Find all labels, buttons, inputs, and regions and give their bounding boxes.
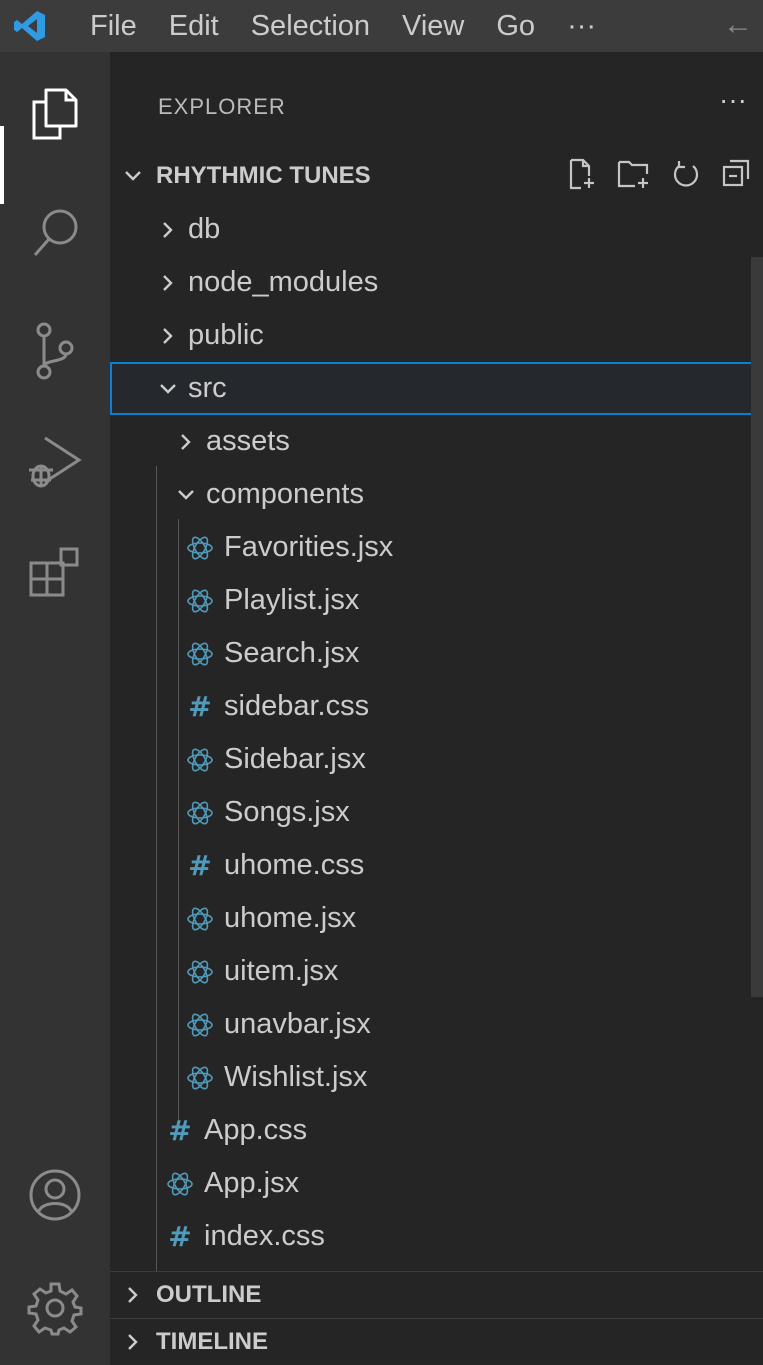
tree-item-label: unavbar.jsx [224,1008,371,1040]
explorer-more-button[interactable]: ··· [719,84,747,116]
tree-item-src[interactable]: src [110,362,763,415]
chevron-down-icon [172,488,200,502]
file-tree: db node_modules public src assets compon… [110,203,763,1263]
tree-item-label: App.jsx [204,1167,300,1199]
tree-item-sidebar-css[interactable]: # sidebar.css [110,680,763,733]
explorer-scrollbar[interactable] [751,257,763,997]
new-file-icon[interactable] [567,158,597,190]
tree-item-uhome-css[interactable]: # uhome.css [110,839,763,892]
tree-item-label: App.css [204,1114,308,1146]
css-file-icon: # [168,1114,192,1147]
tree-item-label: Songs.jsx [224,796,350,828]
settings-gear-icon[interactable] [0,1280,110,1336]
css-file-icon: # [188,690,212,723]
tree-item-wishlist-jsx[interactable]: Wishlist.jsx [110,1051,763,1104]
tree-item-search-jsx[interactable]: Search.jsx [110,627,763,680]
tree-item-favorities-jsx[interactable]: Favorities.jsx [110,521,763,574]
project-name: RHYTHMIC TUNES [156,162,371,189]
section-actions [567,158,751,190]
activity-bar [0,52,110,1365]
explorer-icon[interactable] [0,86,110,142]
tree-item-label: sidebar.css [224,690,370,722]
menu-more[interactable]: ··· [551,0,612,52]
react-file-icon [184,746,216,774]
menu-go[interactable]: Go [480,0,551,52]
chevron-right-icon [154,273,182,293]
chevron-right-icon [110,1285,156,1305]
tree-item-unavbar-jsx[interactable]: unavbar.jsx [110,998,763,1051]
react-file-icon [184,640,216,668]
tree-item-label: Search.jsx [224,637,360,669]
timeline-label: TIMELINE [156,1328,268,1355]
tree-item-app-jsx[interactable]: App.jsx [110,1157,763,1210]
tree-item-uhome-jsx[interactable]: uhome.jsx [110,892,763,945]
explorer-sidebar: EXPLORER ··· RHYTHMIC TUNES db node_modu… [110,52,763,1365]
menu-bar: File Edit Selection View Go ··· [60,0,612,52]
tree-item-db[interactable]: db [110,203,763,256]
title-bar: File Edit Selection View Go ··· ← [0,0,763,52]
tree-item-label: assets [206,425,290,457]
tree-item-label: src [188,372,227,404]
tree-item-public[interactable]: public [110,309,763,362]
css-file-icon: # [188,849,212,882]
account-icon[interactable] [0,1167,110,1223]
source-control-icon[interactable] [0,322,110,382]
menu-file[interactable]: File [60,0,153,52]
collapse-all-icon[interactable] [721,158,751,190]
refresh-icon[interactable] [671,158,701,190]
tree-item-label: Wishlist.jsx [224,1061,368,1093]
tree-item-label: Sidebar.jsx [224,743,366,775]
tree-item-label: uitem.jsx [224,955,339,987]
tree-item-components[interactable]: components [110,468,763,521]
extensions-icon[interactable] [0,545,110,601]
react-file-icon [184,587,216,615]
tree-item-label: node_modules [188,266,379,298]
tree-item-label: Favorities.jsx [224,531,394,563]
tree-item-label: db [188,213,221,245]
tree-item-label: uhome.css [224,849,365,881]
react-file-icon [184,1064,216,1092]
tree-item-playlist-jsx[interactable]: Playlist.jsx [110,574,763,627]
tree-item-label: Playlist.jsx [224,584,360,616]
tree-item-uitem-jsx[interactable]: uitem.jsx [110,945,763,998]
react-file-icon [184,905,216,933]
tree-item-label: public [188,319,264,351]
vscode-logo-icon [0,0,60,52]
react-file-icon [164,1170,196,1198]
tree-item-label: index.css [204,1220,325,1252]
explorer-title: EXPLORER [158,94,286,119]
chevron-right-icon [154,220,182,240]
timeline-section-header[interactable]: TIMELINE [110,1318,763,1365]
tree-item-assets[interactable]: assets [110,415,763,468]
chevron-right-icon [172,432,200,452]
menu-selection[interactable]: Selection [235,0,386,52]
tree-item-label: uhome.jsx [224,902,357,934]
react-file-icon [184,1011,216,1039]
outline-section-header[interactable]: OUTLINE [110,1271,763,1318]
react-file-icon [184,799,216,827]
chevron-right-icon [154,326,182,346]
outline-label: OUTLINE [156,1281,262,1308]
tree-item-label: components [206,478,364,510]
project-section-header[interactable]: RHYTHMIC TUNES [110,154,763,198]
back-arrow-icon[interactable]: ← [723,8,753,42]
new-folder-icon[interactable] [617,158,651,190]
search-icon[interactable] [0,205,110,261]
tree-item-app-css[interactable]: # App.css [110,1104,763,1157]
react-file-icon [184,958,216,986]
menu-edit[interactable]: Edit [153,0,235,52]
react-file-icon [184,534,216,562]
tree-item-sidebar-jsx[interactable]: Sidebar.jsx [110,733,763,786]
chevron-down-icon [110,169,156,183]
chevron-right-icon [110,1332,156,1352]
tree-item-node-modules[interactable]: node_modules [110,256,763,309]
css-file-icon: # [168,1220,192,1253]
menu-view[interactable]: View [386,0,480,52]
run-debug-icon[interactable] [0,434,110,494]
tree-item-index-css[interactable]: # index.css [110,1210,763,1263]
chevron-down-icon [154,382,182,396]
tree-item-songs-jsx[interactable]: Songs.jsx [110,786,763,839]
